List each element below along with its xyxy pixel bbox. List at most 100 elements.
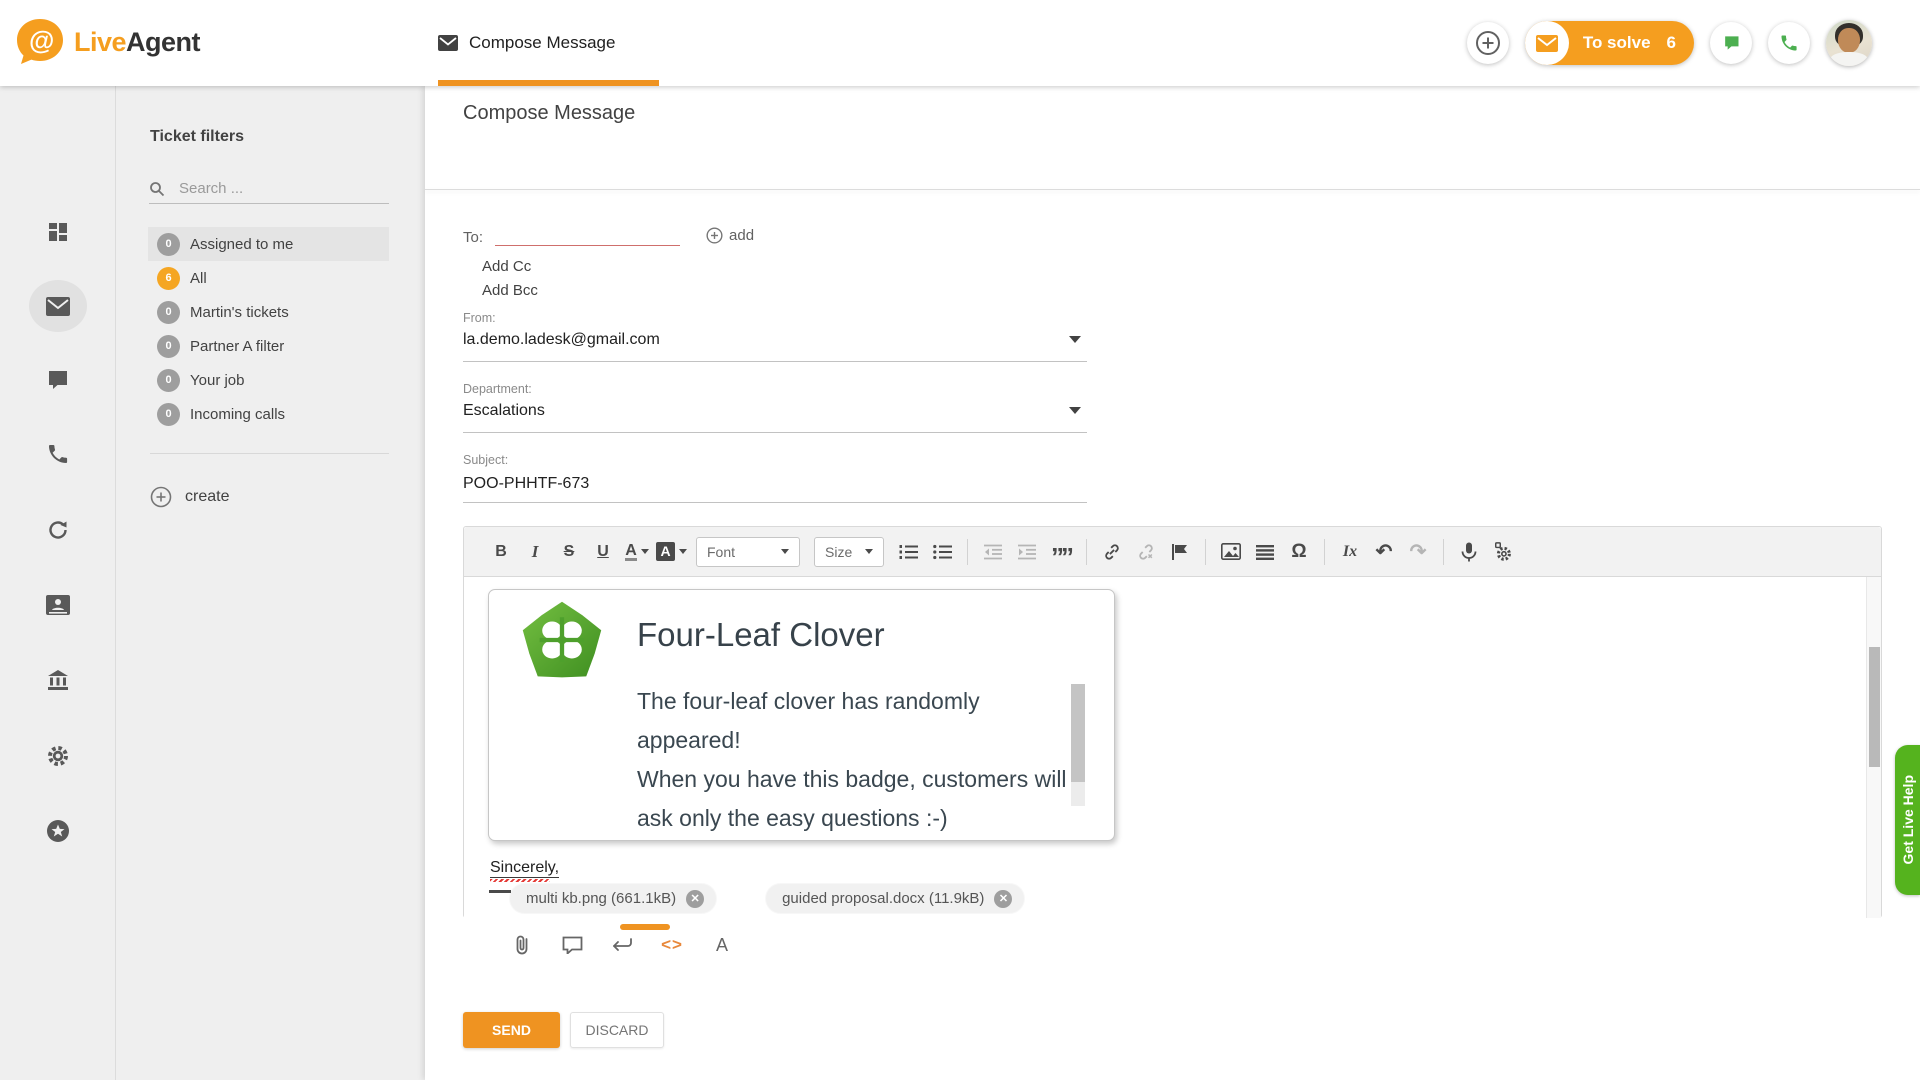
filter-item-martins-tickets[interactable]: 0 Martin's tickets [148,295,389,329]
insert-reply-button[interactable] [609,932,635,958]
to-solve-button[interactable]: To solve 6 [1525,21,1694,65]
envelope-icon [438,35,458,51]
create-filter-button[interactable]: create [150,486,229,508]
attachment-name: guided proposal.docx (11.9kB) [782,890,984,907]
redo-button[interactable]: ↷ [1403,537,1433,567]
page-title: Compose Message [463,102,635,125]
decrease-indent-button[interactable] [978,537,1008,567]
increase-indent-button[interactable] [1012,537,1042,567]
add-cc-link[interactable]: Add Cc [482,258,531,275]
filter-item-assigned-to-me[interactable]: 0 Assigned to me [148,227,389,261]
bg-color-button[interactable]: A [656,537,687,567]
filters-divider [150,453,389,454]
flag-button[interactable] [1165,537,1195,567]
filter-item-your-job[interactable]: 0 Your job [148,363,389,397]
toolbar-separator [967,539,968,565]
logo-bubble-icon: @ [14,16,66,68]
insert-image-button[interactable] [1216,537,1246,567]
remove-link-button[interactable] [1131,537,1161,567]
subject-underline [463,502,1087,503]
remove-format-button[interactable]: Ix [1335,537,1365,567]
caret-down-icon [641,549,649,554]
text-color-button[interactable]: A [622,537,652,567]
bank-icon [44,666,72,694]
editor-scrollbar-thumb[interactable] [1869,647,1880,767]
font-select-label: Font [707,544,735,560]
caret-down-icon [781,549,789,554]
add-new-button[interactable] [1467,22,1509,64]
filter-item-all[interactable]: 6 All [148,261,389,295]
card-scrollbar[interactable] [1071,684,1085,806]
bold-button[interactable]: B [486,537,516,567]
user-avatar[interactable] [1826,20,1872,66]
search-input[interactable] [179,180,369,197]
from-underline [463,361,1087,362]
attachment-chip[interactable]: multi kb.png (661.1kB) ✕ [510,884,716,913]
liveagent-logo[interactable]: @ LiveAgent [14,16,200,68]
size-select[interactable]: Size [814,537,884,567]
filter-search[interactable] [149,174,389,204]
svg-text:@: @ [29,25,54,55]
from-label: From: [463,311,496,325]
toolbar-separator [1205,539,1206,565]
card-scrollbar-thumb[interactable] [1071,684,1085,782]
filter-label: All [190,270,207,287]
insert-link-button[interactable] [1097,537,1127,567]
discard-button[interactable]: DISCARD [570,1012,664,1048]
undo-button[interactable]: ↶ [1369,537,1399,567]
get-live-help-tab[interactable]: Get Live Help [1895,745,1920,895]
strikethrough-button[interactable]: S [554,537,584,567]
special-char-button[interactable]: Ω [1284,537,1314,567]
bg-color-glyph: A [656,542,675,561]
add-bcc-link[interactable]: Add Bcc [482,282,538,299]
plugin-gear-button[interactable] [1488,537,1518,567]
department-value[interactable]: Escalations [463,402,545,420]
chat-bubble-icon [1721,33,1741,53]
horizontal-rule-button[interactable] [1250,537,1280,567]
rich-text-editor: B I S U A A Font Size ”” [463,526,1882,918]
subject-value[interactable]: POO-PHHTF-673 [463,475,589,493]
badge-card-line: ask only the easy questions :-) [637,799,1077,838]
font-select[interactable]: Font [696,537,800,567]
get-live-help-label: Get Live Help [1900,775,1916,864]
filter-label: Assigned to me [190,236,293,253]
tab-compose-message[interactable]: Compose Message [438,0,615,86]
dictation-mic-button[interactable] [1454,537,1484,567]
send-button[interactable]: SEND [463,1012,560,1048]
underline-button[interactable]: U [588,537,618,567]
signature-text: Sincerely, [490,859,559,878]
editor-content[interactable]: Four-Leaf Clover The four-leaf clover ha… [464,577,1881,918]
search-icon [149,181,165,197]
department-underline [463,432,1087,433]
add-recipient-button[interactable]: add [706,227,754,246]
remove-attachment-icon[interactable]: ✕ [994,890,1012,908]
text-format-button[interactable]: A [709,932,735,958]
spellcheck-squiggle [490,879,550,882]
filter-item-partner-a-filter[interactable]: 0 Partner A filter [148,329,389,363]
department-dropdown-caret[interactable] [1069,407,1081,414]
italic-button[interactable]: I [520,537,550,567]
attach-file-button[interactable] [509,932,535,958]
editor-scrollbar[interactable] [1866,577,1881,918]
to-input[interactable] [495,224,680,246]
filter-item-incoming-calls[interactable]: 0 Incoming calls [148,397,389,431]
compose-message-panel: Compose Message To: add Add Cc Add Bcc F… [425,86,1920,1080]
ordered-list-button[interactable] [893,537,923,567]
badge-card-line: When you have this badge, customers will [637,760,1077,799]
upload-progress-bar [620,924,670,930]
blockquote-button[interactable]: ”” [1046,537,1076,567]
note-comment-button[interactable] [559,932,585,958]
source-code-button[interactable]: <> [659,932,685,958]
gear-icon [44,742,72,770]
attachment-chip[interactable]: guided proposal.docx (11.9kB) ✕ [766,884,1024,913]
editor-toolbar: B I S U A A Font Size ”” [464,527,1881,577]
from-value[interactable]: la.demo.ladesk@gmail.com [463,331,660,349]
bullet-list-button[interactable] [927,537,957,567]
calls-button[interactable] [1768,22,1810,64]
remove-attachment-icon[interactable]: ✕ [686,890,704,908]
count-badge: 0 [157,335,180,358]
chats-button[interactable] [1710,22,1752,64]
count-badge: 0 [157,369,180,392]
from-dropdown-caret[interactable] [1069,336,1081,343]
plus-circle-icon [150,486,172,508]
